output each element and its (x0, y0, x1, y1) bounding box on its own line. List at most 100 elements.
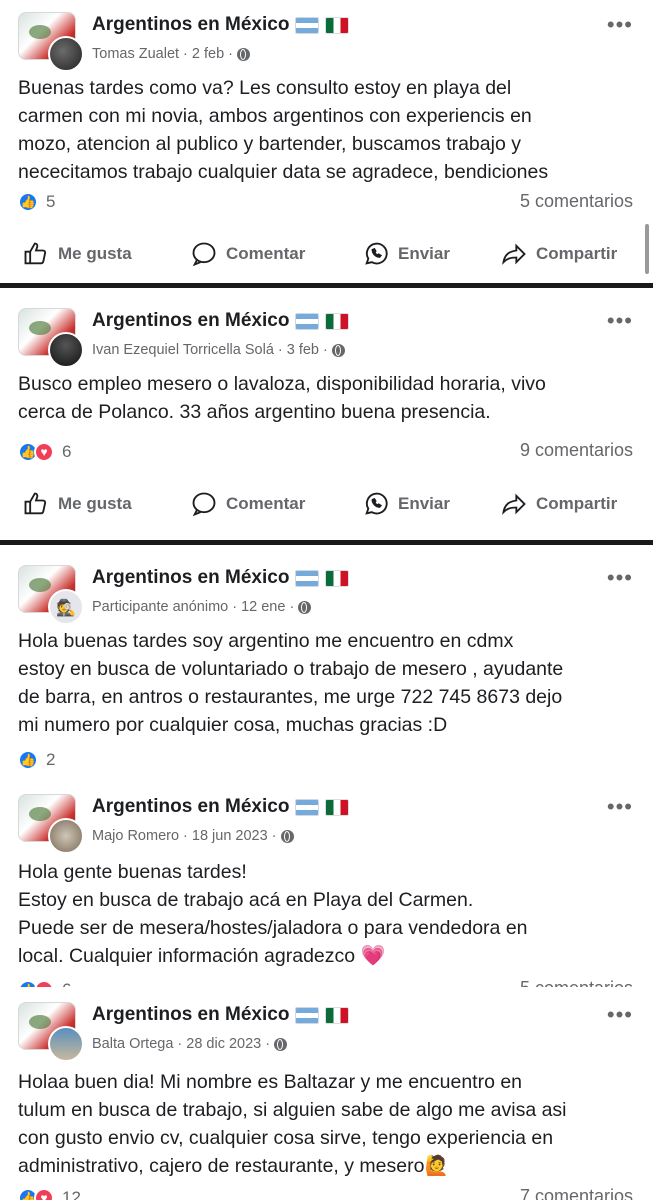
post-date[interactable]: 18 jun 2023 (192, 828, 268, 844)
group-avatar[interactable] (18, 794, 84, 854)
more-icon[interactable]: ••• (607, 796, 633, 818)
post-date[interactable]: 12 ene (241, 599, 285, 615)
post-header: 🕵 Argentinos en México Participante anón… (18, 565, 653, 625)
post-text: Busco empleo mesero o lavaloza, disponib… (18, 373, 546, 423)
share-icon (500, 240, 528, 268)
group-avatar[interactable] (18, 12, 84, 72)
group-name[interactable]: Argentinos en México (92, 1004, 350, 1026)
post-5: Argentinos en México Balta Ortega · 28 d… (0, 988, 653, 1200)
comment-icon (190, 240, 218, 268)
group-avatar[interactable] (18, 1002, 84, 1062)
post-meta: Ivan Ezequiel Torricella Solá · 3 feb · (92, 342, 345, 358)
send-button[interactable]: Enviar (362, 484, 450, 524)
group-name[interactable]: Argentinos en México (92, 310, 350, 332)
like-reaction-icon: 👍 (18, 750, 38, 770)
post-2: Argentinos en México Ivan Ezequiel Torri… (0, 288, 653, 538)
argentina-flag-icon (295, 16, 320, 34)
post-date[interactable]: 2 feb (192, 46, 224, 62)
reactions[interactable]: 👍 5 (18, 190, 55, 214)
group-avatar[interactable]: 🕵 (18, 565, 84, 625)
like-icon (22, 490, 50, 518)
comments-count[interactable]: 5 comentarios (520, 978, 633, 987)
comment-button[interactable]: Comentar (190, 234, 305, 274)
more-icon[interactable]: ••• (607, 14, 633, 36)
love-reaction-icon: ♥ (34, 980, 54, 987)
globe-icon (236, 47, 250, 61)
love-reaction-icon: ♥ (34, 1188, 54, 1200)
reaction-count: 6 (62, 442, 72, 461)
post-text: Holaa buen dia! Mi nombre es Baltazar y … (18, 1068, 643, 1180)
comments-count[interactable]: 7 comentarios (520, 1186, 633, 1200)
group-name[interactable]: Argentinos en México (92, 14, 350, 36)
post-date[interactable]: 3 feb (287, 342, 319, 358)
anonymous-avatar[interactable]: 🕵 (48, 589, 84, 625)
like-button[interactable]: Me gusta (22, 234, 132, 274)
person-emoji: 🙋 (424, 1155, 449, 1177)
globe-icon (280, 829, 294, 843)
post-text: Hola gente buenas tardes! Estoy en busca… (18, 858, 643, 970)
post-meta: Majo Romero · 18 jun 2023 · (92, 828, 294, 844)
argentina-flag-icon (295, 569, 320, 587)
author-avatar[interactable] (48, 1026, 84, 1062)
incognito-icon: 🕵 (56, 600, 76, 617)
author-name[interactable]: Balta Ortega (92, 1036, 173, 1052)
comment-button[interactable]: Comentar (190, 484, 305, 524)
post-meta: Balta Ortega · 28 dic 2023 · (92, 1036, 288, 1052)
share-button[interactable]: Compartir (500, 484, 617, 524)
author-avatar[interactable] (48, 332, 84, 368)
share-button[interactable]: Compartir (500, 234, 617, 274)
author-name[interactable]: Tomas Zualet (92, 46, 179, 62)
author-name[interactable]: Participante anónimo (92, 599, 228, 615)
reaction-count: 5 (46, 192, 56, 211)
group-name[interactable]: Argentinos en México (92, 567, 350, 589)
share-icon (500, 490, 528, 518)
more-icon[interactable]: ••• (607, 1004, 633, 1026)
mexico-flag-icon (325, 16, 350, 34)
send-button[interactable]: Enviar (362, 234, 450, 274)
reactions[interactable]: 👍 ♥ 12 (18, 1186, 81, 1200)
whatsapp-icon (362, 490, 390, 518)
author-avatar[interactable] (48, 818, 84, 854)
scrollbar[interactable] (645, 224, 649, 274)
author-avatar[interactable] (48, 36, 84, 72)
like-button[interactable]: Me gusta (22, 484, 132, 524)
action-bar: Me gusta Comentar Enviar Compartir (0, 484, 653, 524)
globe-icon (298, 600, 312, 614)
argentina-flag-icon (295, 1006, 320, 1024)
globe-icon (274, 1037, 288, 1051)
post-header: Argentinos en México Balta Ortega · 28 d… (18, 1002, 653, 1062)
post-3: 🕵 Argentinos en México Participante anón… (0, 545, 653, 780)
author-name[interactable]: Ivan Ezequiel Torricella Solá (92, 342, 274, 358)
pink-heart-emoji: 💗 (360, 945, 386, 967)
argentina-flag-icon (295, 798, 320, 816)
more-icon[interactable]: ••• (607, 567, 633, 589)
reaction-count: 12 (62, 1188, 81, 1200)
comments-count[interactable]: 5 comentarios (520, 191, 633, 212)
author-name[interactable]: Majo Romero (92, 828, 179, 844)
reactions[interactable]: 👍 ♥ 6 (18, 978, 71, 987)
mexico-flag-icon (325, 569, 350, 587)
post-header: Argentinos en México Tomas Zualet · 2 fe… (18, 12, 653, 72)
post-meta: Tomas Zualet · 2 feb · (92, 46, 250, 62)
argentina-flag-icon (295, 312, 320, 330)
post-date[interactable]: 28 dic 2023 (186, 1036, 261, 1052)
post-header: Argentinos en México Ivan Ezequiel Torri… (18, 308, 653, 368)
action-bar: Me gusta Comentar Enviar Compartir (0, 234, 653, 274)
group-name[interactable]: Argentinos en México (92, 796, 350, 818)
whatsapp-icon (362, 240, 390, 268)
reactions[interactable]: 👍 2 (18, 748, 55, 772)
mexico-flag-icon (325, 312, 350, 330)
reaction-count: 2 (46, 750, 56, 769)
reactions[interactable]: 👍 ♥ 6 (18, 440, 71, 464)
like-icon (22, 240, 50, 268)
group-avatar[interactable] (18, 308, 84, 368)
comments-count[interactable]: 9 comentarios (520, 440, 633, 461)
post-text-content: Holaa buen dia! Mi nombre es Baltazar y … (18, 1071, 567, 1177)
more-icon[interactable]: ••• (607, 310, 633, 332)
post-1: Argentinos en México Tomas Zualet · 2 fe… (0, 0, 653, 285)
mexico-flag-icon (325, 1006, 350, 1024)
post-meta: Participante anónimo · 12 ene · (92, 599, 312, 615)
reaction-count: 6 (62, 980, 71, 987)
comment-icon (190, 490, 218, 518)
globe-icon (331, 343, 345, 357)
